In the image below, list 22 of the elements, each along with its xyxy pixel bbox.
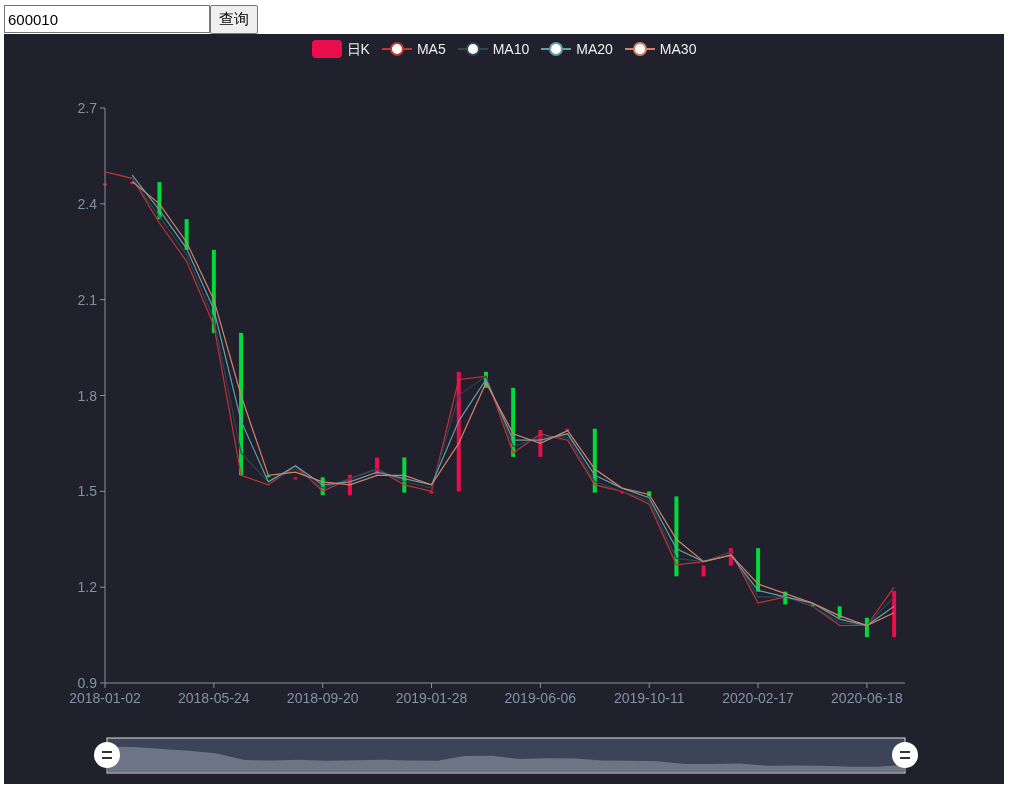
axis-tick-label: 2018-01-02	[69, 690, 141, 706]
axis-tick-label: 2020-06-18	[831, 690, 903, 706]
legend-label[interactable]: MA5	[416, 38, 446, 60]
axis-tick-label: 2019-06-06	[504, 690, 577, 706]
legend-label[interactable]: 日K	[346, 38, 370, 60]
axis-tick-label: 2019-01-28	[395, 690, 468, 706]
axis-tick-label: 2018-05-24	[178, 690, 250, 706]
axis-tick-label: 2.1	[77, 291, 97, 308]
stock-code-input[interactable]: 600010	[4, 5, 210, 33]
query-button[interactable]: 查询	[210, 5, 258, 34]
axis-tick-label: 1.5	[77, 483, 97, 500]
axis-tick-label: 2.7	[77, 100, 97, 116]
axis-tick-label: 2.4	[77, 195, 97, 212]
axis-tick-label: 0.9	[77, 675, 97, 691]
legend-label[interactable]: MA30	[659, 38, 697, 60]
axis-tick-label: 2019-10-11	[613, 690, 685, 706]
axis-tick-label: 1.2	[77, 579, 97, 596]
axis-tick-label: 1.8	[77, 387, 97, 404]
axis-tick-label: 2018-09-20	[286, 690, 359, 706]
legend-label[interactable]: MA20	[576, 38, 613, 60]
axis-tick-label: 2020-02-17	[722, 690, 794, 706]
legend-label[interactable]: MA10	[492, 38, 530, 60]
